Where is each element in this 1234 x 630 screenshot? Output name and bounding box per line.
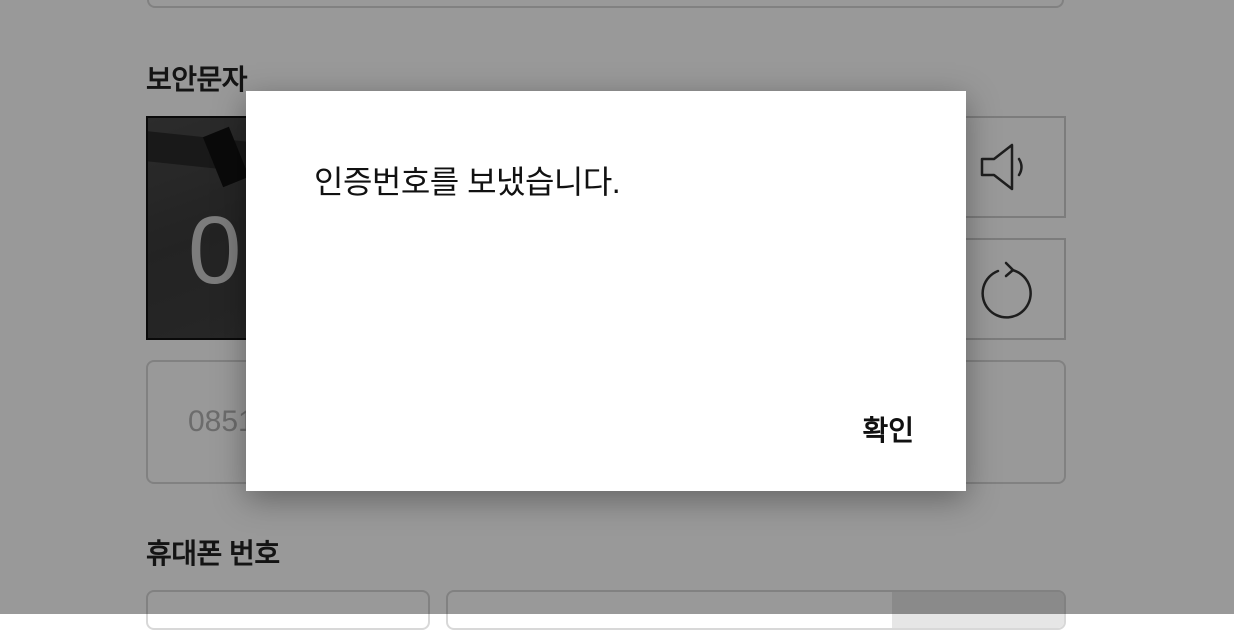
- dialog-message: 인증번호를 보냈습니다.: [314, 164, 621, 200]
- confirm-button[interactable]: 확인: [860, 405, 916, 453]
- alert-dialog: 인증번호를 보냈습니다. 확인: [246, 91, 966, 491]
